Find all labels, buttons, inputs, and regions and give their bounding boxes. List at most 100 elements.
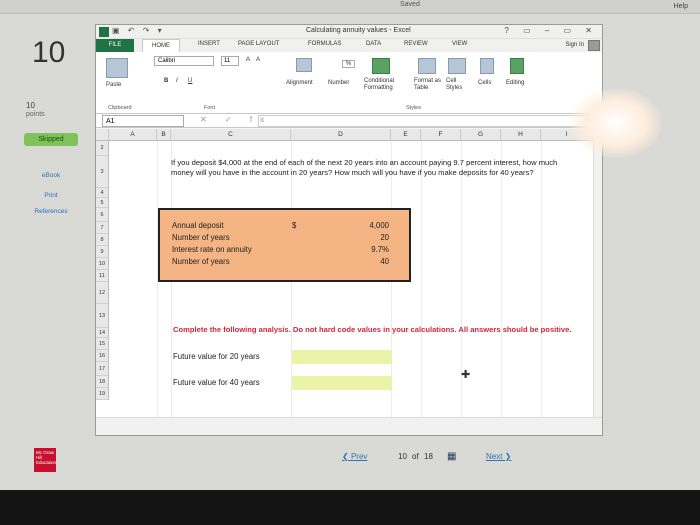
row-header[interactable]: 5 (96, 198, 109, 208)
row-header[interactable]: 19 (96, 388, 109, 400)
input-value-cell[interactable]: 9.7% (371, 245, 389, 254)
row-header[interactable]: 15 (96, 338, 109, 350)
conditional-formatting-icon[interactable] (372, 58, 390, 74)
print-link[interactable]: Print (22, 192, 80, 199)
grow-font-button[interactable]: A (246, 57, 250, 63)
editing-icon[interactable] (510, 58, 524, 74)
worksheet-grid[interactable]: A B C D E F G H I 2 3 4 5 6 7 8 9 10 11 … (96, 129, 602, 417)
chevron-right-icon: ❯ (502, 452, 512, 461)
shrink-font-button[interactable]: A (256, 57, 260, 63)
tab-file[interactable]: FILE (96, 39, 134, 52)
row-header[interactable]: 7 (96, 222, 109, 234)
conditional-formatting-button[interactable]: Conditional Formatting (364, 78, 404, 92)
answer-cell-40-years[interactable] (292, 376, 392, 390)
input-value-cell[interactable]: 40 (380, 257, 389, 266)
column-header[interactable]: B (157, 129, 171, 141)
cell-styles-button[interactable]: Cell Styles (446, 78, 468, 92)
points-label: points (26, 111, 45, 118)
horizontal-scrollbar[interactable] (96, 417, 602, 435)
row-header[interactable]: 14 (96, 328, 109, 338)
tab-page-layout[interactable]: PAGE LAYOUT (238, 41, 279, 47)
font-name-select[interactable]: Calibri (154, 56, 214, 66)
input-value-cell[interactable]: 20 (380, 233, 389, 242)
column-header[interactable]: C (171, 129, 291, 141)
percent-button[interactable]: % (342, 60, 356, 68)
tab-view[interactable]: VIEW (452, 41, 467, 47)
saved-status: Saved (400, 1, 420, 8)
format-as-table-icon[interactable] (418, 58, 436, 74)
vertical-scrollbar[interactable] (593, 129, 602, 417)
input-label: Annual deposit (172, 221, 224, 230)
row-header[interactable]: 11 (96, 270, 109, 282)
input-value-cell[interactable]: 4,000 (369, 221, 389, 230)
answer-cell-20-years[interactable] (292, 350, 392, 364)
editing-button[interactable]: Editing (506, 80, 524, 86)
row-header[interactable]: 18 (96, 376, 109, 388)
bold-button[interactable]: B (164, 78, 168, 84)
gridline (421, 141, 422, 417)
row-header[interactable]: 9 (96, 246, 109, 258)
excel-window: ▣ ↶ ↷ ▾ Calculating annuity values - Exc… (95, 24, 603, 436)
column-header[interactable]: E (391, 129, 421, 141)
references-link[interactable]: References (22, 208, 80, 215)
output-label: Future value for 40 years (173, 378, 260, 387)
excel-logo-icon (99, 27, 109, 37)
points-value: 10 (26, 101, 35, 110)
cell-cursor-icon: ✚ (461, 369, 471, 381)
row-header[interactable]: 10 (96, 258, 109, 270)
row-header[interactable]: 16 (96, 350, 109, 362)
row-header[interactable]: 12 (96, 282, 109, 304)
clipboard-group-label: Clipboard (108, 105, 132, 111)
italic-button[interactable]: I (176, 78, 178, 84)
column-header[interactable]: A (109, 129, 157, 141)
font-size-select[interactable]: 11 (221, 56, 239, 66)
alignment-icon[interactable] (296, 58, 312, 72)
underline-button[interactable]: U (188, 78, 192, 84)
tab-home[interactable]: HOME (142, 39, 180, 52)
ebook-link[interactable]: eBook (22, 172, 80, 179)
column-header[interactable]: F (421, 129, 461, 141)
grid-view-icon[interactable]: ▦ (447, 451, 456, 462)
ribbon-home: Paste Clipboard Calibri 11 A A B I U Fon… (96, 52, 602, 114)
number-button[interactable]: Number (328, 80, 349, 86)
tab-review[interactable]: REVIEW (404, 41, 428, 47)
status-badge: Skipped (24, 133, 78, 146)
paste-button[interactable]: Paste (106, 82, 121, 88)
quick-access-toolbar[interactable]: ▣ ↶ ↷ ▾ (112, 26, 165, 35)
sign-in-link[interactable]: Sign In (565, 42, 584, 48)
paste-icon[interactable] (106, 58, 128, 78)
tab-data[interactable]: DATA (366, 41, 381, 47)
column-header[interactable]: G (461, 129, 501, 141)
prev-link[interactable]: ❮ Prev (342, 452, 367, 461)
name-box[interactable]: A1 (102, 115, 184, 127)
help-link[interactable]: Help (674, 3, 688, 10)
instructions-text: Complete the following analysis. Do not … (173, 325, 572, 334)
row-header[interactable]: 13 (96, 304, 109, 328)
row-header[interactable]: 6 (96, 208, 109, 222)
row-header[interactable]: 17 (96, 362, 109, 376)
row-header[interactable]: 4 (96, 188, 109, 198)
row-header[interactable]: 3 (96, 156, 109, 188)
avatar[interactable] (588, 40, 600, 51)
select-all-corner[interactable] (96, 129, 109, 141)
cells-icon[interactable] (480, 58, 494, 74)
column-header[interactable]: D (291, 129, 391, 141)
row-header[interactable]: 2 (96, 141, 109, 156)
browser-top-bar: Saved Help (0, 0, 700, 14)
styles-group-label: Styles (406, 105, 421, 111)
cells-button[interactable]: Cells (478, 80, 491, 86)
tab-insert[interactable]: INSERT (198, 41, 220, 47)
excel-title-bar: ▣ ↶ ↷ ▾ Calculating annuity values - Exc… (96, 25, 602, 39)
gridline (501, 141, 502, 417)
column-header[interactable]: H (501, 129, 541, 141)
cell-styles-icon[interactable] (448, 58, 466, 74)
alignment-button[interactable]: Alignment (286, 80, 313, 86)
next-link[interactable]: Next ❯ (486, 452, 511, 461)
formula-bar: A1 ✕ ✓ fx (96, 114, 602, 128)
tab-formulas[interactable]: FORMULAS (308, 41, 341, 47)
format-as-table-button[interactable]: Format as Table (414, 78, 444, 92)
row-header[interactable]: 8 (96, 234, 109, 246)
question-text: If you deposit $4,000 at the end of each… (171, 158, 558, 177)
window-controls[interactable]: ? ▭ – ▭ ✕ (504, 26, 598, 35)
formula-input[interactable] (258, 115, 590, 127)
